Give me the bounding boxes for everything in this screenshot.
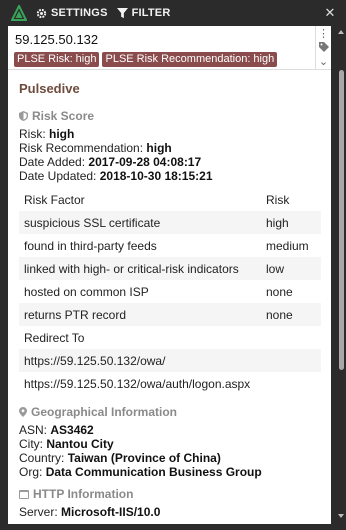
risk-factor-cell: suspicious SSL certificate (19, 211, 261, 234)
risk-cell: medium (266, 238, 309, 253)
redirect-url[interactable]: https://59.125.50.132/owa/ (19, 349, 321, 372)
pulsedive-logo-icon[interactable] (11, 5, 27, 21)
city-label: City: (19, 437, 43, 451)
risk-recommendation-value: high (146, 141, 172, 155)
table-header-row: Risk Factor Risk (19, 188, 321, 211)
vertical-dots-icon[interactable]: ⋮ (316, 26, 332, 40)
geo-heading: Geographical Information (19, 405, 320, 419)
scroll-down-icon[interactable] (337, 512, 345, 520)
column-header-risk: Risk (266, 192, 290, 207)
indicator-value[interactable]: 59.125.50.132 (15, 32, 98, 47)
table-row: returns PTR record none (19, 303, 321, 326)
city-value: Nantou City (46, 437, 114, 451)
http-heading-label: HTTP Information (33, 487, 134, 501)
tag-icon[interactable] (316, 40, 332, 54)
geo-heading-label: Geographical Information (31, 405, 178, 419)
panel-content: Pulsedive Risk Score Risk: high Risk Rec… (8, 70, 331, 519)
shield-icon (19, 111, 28, 121)
risk-label: Risk: (19, 127, 46, 141)
date-updated-label: Date Updated: (19, 169, 97, 183)
org-label: Org: (19, 465, 43, 479)
filter-label: FILTER (131, 7, 171, 19)
source-title: Pulsedive (19, 81, 80, 96)
risk-factor-table: Risk Factor Risk suspicious SSL certific… (19, 188, 321, 326)
settings-label: SETTINGS (51, 7, 108, 19)
server-icon (19, 489, 29, 499)
risk-factor-cell: hosted on common ISP (24, 284, 149, 299)
date-added-value: 2017-09-28 04:08:17 (88, 155, 202, 169)
risk-recommendation-row: Risk Recommendation: high (19, 141, 320, 155)
server-row: Server: Microsoft-IIS/10.0 (19, 505, 320, 519)
tag-list: PLSE Risk: high PLSE Risk Recommendation… (14, 52, 280, 67)
city-row: City: Nantou City (19, 437, 320, 451)
risk-cell: none (261, 303, 321, 326)
table-row: suspicious SSL certificate high (19, 211, 321, 234)
date-updated-row: Date Updated: 2018-10-30 18:15:21 (19, 169, 320, 183)
org-row: Org: Data Communication Business Group (19, 465, 320, 479)
gear-icon (36, 8, 47, 18)
country-row: Country: Taiwan (Province of China) (19, 451, 320, 465)
asn-value: AS3462 (50, 423, 94, 437)
risk-cell: low (261, 257, 321, 280)
risk-row: Risk: high (19, 127, 320, 141)
tag-risk-recommendation[interactable]: PLSE Risk Recommendation: high (102, 52, 278, 67)
asn-label: ASN: (19, 423, 48, 437)
table-row: hosted on common ISP none (19, 280, 321, 303)
server-value: Microsoft-IIS/10.0 (61, 505, 161, 519)
org-value: Data Communication Business Group (45, 465, 262, 479)
window-controls: ✕ (316, 5, 338, 21)
risk-cell: high (261, 211, 321, 234)
indicator-panel: 59.125.50.132 PLSE Risk: high PLSE Risk … (8, 26, 331, 524)
table-row: found in third-party feeds medium (19, 234, 321, 257)
settings-button[interactable]: SETTINGS (36, 7, 108, 19)
map-pin-icon (19, 407, 27, 417)
risk-factor-cell: returns PTR record (19, 303, 261, 326)
redirect-url[interactable]: https://59.125.50.132/owa/auth/logon.asp… (19, 372, 321, 395)
column-header-risk-factor: Risk Factor (24, 192, 85, 207)
risk-score-heading: Risk Score (19, 109, 320, 123)
server-label: Server: (19, 505, 58, 519)
risk-factor-cell: found in third-party feeds (24, 238, 157, 253)
country-value: Taiwan (Province of China) (67, 451, 221, 465)
risk-recommendation-label: Risk Recommendation: (19, 141, 144, 155)
country-label: Country: (19, 451, 65, 465)
indicator-header: 59.125.50.132 PLSE Risk: high PLSE Risk … (8, 26, 331, 70)
risk-score-heading-label: Risk Score (32, 109, 95, 123)
risk-value: high (49, 127, 75, 141)
filter-button[interactable]: FILTER (116, 7, 171, 19)
date-added-label: Date Added: (19, 155, 86, 169)
scroll-up-icon[interactable] (337, 28, 345, 36)
close-icon[interactable]: ✕ (322, 5, 338, 21)
risk-factor-cell: linked with high- or critical-risk indic… (19, 257, 261, 280)
risk-cell: none (266, 284, 293, 299)
table-row: linked with high- or critical-risk indic… (19, 257, 321, 280)
date-added-row: Date Added: 2017-09-28 04:08:17 (19, 155, 320, 169)
redirect-heading: Redirect To (24, 331, 85, 345)
chevron-down-icon[interactable]: ⌄ (316, 54, 332, 68)
http-heading: HTTP Information (19, 487, 320, 501)
tag-risk[interactable]: PLSE Risk: high (14, 52, 100, 67)
header-actions: ⋮ ⌄ (315, 26, 331, 70)
top-toolbar: SETTINGS FILTER ✕ (0, 0, 346, 26)
filter-icon (116, 7, 128, 18)
date-updated-value: 2018-10-30 18:15:21 (99, 169, 213, 183)
asn-row: ASN: AS3462 (19, 423, 320, 437)
scrollbar-thumb[interactable] (339, 70, 344, 370)
